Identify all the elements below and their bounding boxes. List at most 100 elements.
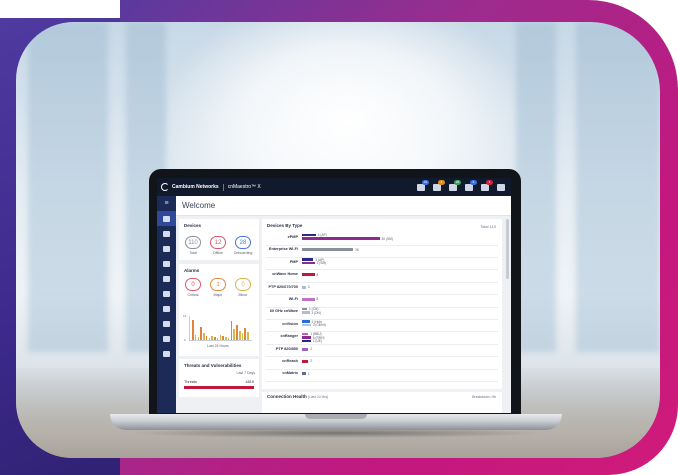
sidebar-item-onboard[interactable] [157, 271, 176, 286]
device-type-row[interactable]: cnReach 2 [262, 357, 502, 368]
cambium-logo-icon [161, 183, 169, 191]
alarm-bar [200, 326, 202, 340]
sidebar-item-users[interactable] [157, 286, 176, 301]
alarm-bar [244, 327, 247, 340]
device-type-row[interactable]: 60 GHz cnWave 1 (CN) 3 (DN) [262, 307, 502, 318]
device-type-value: 3 [307, 284, 310, 289]
map-pin-icon [163, 260, 170, 267]
device-type-row[interactable]: ePMP 4 (AP) 30 (SM) [262, 233, 502, 244]
devices-label: Total [189, 251, 197, 255]
alarm-bar [211, 335, 213, 340]
device-type-row[interactable]: cnMatrix 1 [262, 369, 502, 380]
device-type-bar [302, 339, 311, 343]
device-type-value: 1 (SM) [316, 261, 327, 266]
alarm-bar [233, 329, 236, 340]
device-type-bar [302, 332, 309, 336]
devices-stat[interactable]: 110 Total [184, 236, 202, 255]
threats-row: Threats 4819 [184, 380, 254, 384]
home-icon [163, 215, 170, 222]
sidebar-item-settings[interactable] [157, 301, 176, 316]
laptop-notch [305, 414, 367, 419]
main-scrollbar[interactable] [506, 219, 509, 279]
device-type-label: Wi-Fi [288, 297, 298, 301]
alarm-bar [238, 331, 241, 340]
sidebar-item-reports[interactable] [157, 241, 176, 256]
device-type-bar [302, 261, 315, 265]
device-type-bar [302, 360, 309, 363]
alerts-icon[interactable]: 42 [417, 179, 429, 191]
device-type-bar [302, 237, 380, 240]
connection-health-title: Connection Health (Last 24 Hrs) [267, 394, 328, 399]
connection-breakdown: Breakdown: Hb [472, 395, 496, 399]
alarms-count: 1 [210, 278, 226, 291]
alarms-label: Critical [187, 293, 199, 297]
alarms-count: 0 [235, 278, 251, 291]
sidebar-item-home[interactable] [157, 211, 176, 226]
alarms-mini-chart [189, 316, 252, 341]
welcome-bar: Welcome [176, 196, 511, 216]
device-type-bar [302, 285, 306, 289]
device-type-label: cnRanger [280, 334, 298, 339]
alarms-stat[interactable]: 0 Critical [184, 278, 202, 297]
app-header: Cambium Networks cnMaestro™ X 42 4 28 6 1 [157, 178, 511, 196]
menu-toggle-button[interactable]: ≡ [157, 196, 176, 211]
notifications-icon[interactable]: 1 [481, 179, 493, 191]
alarms-count: 0 [185, 278, 201, 291]
alarm-bar [222, 335, 224, 340]
alarm-bar [227, 337, 230, 340]
page-title: Welcome [182, 201, 216, 210]
devices-card[interactable]: Devices 110 Total 12 Offline 28 Onboarding [179, 219, 259, 260]
alarms-y-max: 12 [183, 314, 187, 318]
users-icon [163, 290, 170, 297]
device-type-row[interactable]: PTP 820/670/700 3 [262, 283, 502, 294]
device-type-value: 1 [307, 371, 310, 376]
alarms-label: Major [213, 293, 223, 297]
device-type-row[interactable]: cnWave Home 8 [262, 270, 502, 281]
row-divider [266, 380, 498, 382]
laptop-screen: Cambium Networks cnMaestro™ X 42 4 28 6 1 ≡ … [157, 178, 511, 413]
devices-icon[interactable]: 28 [449, 179, 461, 191]
devices-stat[interactable]: 12 Offline [209, 236, 227, 255]
device-type-value: 3 (Client) [312, 323, 326, 328]
device-type-value: 2 [310, 359, 313, 364]
threats-card[interactable]: Threats and Vulnerabilities Last 7 Days … [179, 359, 259, 397]
alarms-card[interactable]: Alarms 0 Critical 1 Major 0 Minor 12 0 Last 2… [179, 264, 259, 356]
alarms-stat[interactable]: 1 Major [209, 278, 227, 297]
sidebar-item-docs[interactable] [157, 346, 176, 361]
sidebar-item-monitor[interactable] [157, 226, 176, 241]
device-type-bar [302, 320, 310, 323]
alarms-stat[interactable]: 0 Minor [234, 278, 252, 297]
chat-icon[interactable]: 6 [465, 179, 477, 191]
device-type-label: Enterprise Wi-Fi [268, 247, 298, 252]
device-type-value: 8 [316, 272, 319, 277]
device-type-value: 8 [316, 297, 319, 302]
device-type-bar [302, 248, 354, 252]
devices-by-type-card[interactable]: Devices By Type Total 110 ePMP 4 (AP) 30 (… [262, 219, 502, 389]
device-type-label: cnReach [282, 359, 298, 363]
sidebar-item-map[interactable] [157, 256, 176, 271]
devices-stat[interactable]: 28 Onboarding [234, 236, 252, 255]
warning-icon[interactable]: 4 [433, 179, 445, 191]
sidebar-item-apps[interactable] [157, 316, 176, 331]
device-type-value: 3 (DN) [311, 310, 321, 315]
connection-health-card[interactable]: Connection Health (Last 24 Hrs) Breakdow… [262, 392, 502, 413]
alarms-label: Minor [238, 293, 248, 297]
devices-count: 28 [235, 236, 251, 249]
device-type-label: 60 GHz cnWave [269, 309, 298, 314]
alarm-bar [219, 334, 222, 340]
device-type-row[interactable]: Wi-Fi 8 [262, 295, 502, 306]
device-type-row[interactable]: PMP 3 (AP) 1 (SM) [262, 258, 502, 269]
device-type-value: 26 [355, 247, 359, 252]
device-type-row[interactable]: cnVision 2 (Hub) 3 (Client) [262, 320, 502, 331]
device-type-bar [302, 307, 307, 311]
alarm-bar [225, 336, 227, 340]
sidebar-item-services[interactable] [157, 331, 176, 346]
devices-by-type-title: Devices By Type [267, 223, 303, 228]
brand-name: Cambium Networks [172, 184, 219, 190]
device-type-row[interactable]: Enterprise Wi-Fi 26 [262, 245, 502, 256]
device-type-row[interactable]: PTP 820/850 2 [262, 345, 502, 356]
threats-period: Last 7 Days [236, 371, 255, 375]
device-type-label: PMP [289, 259, 298, 264]
user-icon[interactable] [497, 183, 505, 191]
device-type-row[interactable]: cnRanger 1 (BBU) 5 (RRH) 1 (UE) [262, 332, 502, 343]
